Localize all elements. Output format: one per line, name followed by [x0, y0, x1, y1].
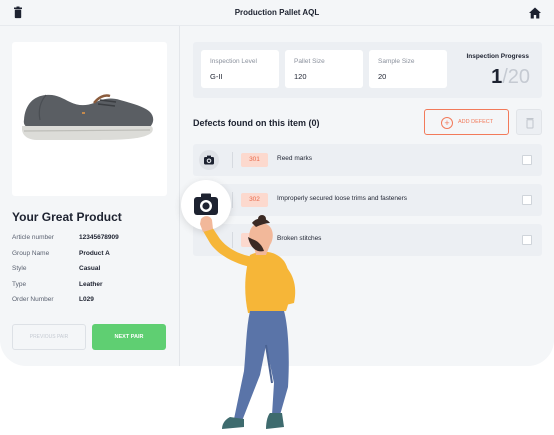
defect-row[interactable]: 302 Improperly secured loose trims and f… — [193, 184, 542, 216]
progress-done: 1 — [491, 66, 503, 88]
defect-checkbox[interactable] — [522, 235, 532, 245]
spec-list: Article number 12345678909 Group Name Pr… — [12, 234, 172, 312]
camera-icon — [204, 155, 214, 165]
inspection-level-field[interactable]: Inspection Level G-II — [201, 50, 279, 88]
spec-row: Type Leather — [12, 281, 172, 297]
product-title: Your Great Product — [12, 210, 122, 224]
trash-icon — [526, 118, 534, 129]
spec-row: Style Casual — [12, 265, 172, 281]
defect-row[interactable]: 301 Reed marks — [193, 144, 542, 176]
spec-value: Product A — [79, 249, 110, 257]
spec-value: Casual — [79, 265, 101, 272]
field-value: G-II — [210, 72, 223, 81]
pallet-size-field[interactable]: Pallet Size 120 — [285, 50, 363, 88]
progress-label: Inspection Progress — [466, 53, 530, 60]
next-pair-button[interactable]: NEXT PAIR — [92, 324, 166, 350]
spec-row: Order Number L029 — [12, 296, 172, 312]
spec-label: Group Name — [12, 249, 50, 257]
product-image — [12, 42, 167, 196]
spec-value: 12345678909 — [79, 234, 119, 241]
row-divider — [232, 192, 233, 208]
sample-size-field[interactable]: Sample Size 20 — [369, 50, 447, 88]
progress-total: 20 — [507, 66, 530, 88]
inspection-stats: Inspection Level G-II Pallet Size 120 Sa… — [193, 42, 542, 98]
person-illustration — [200, 215, 296, 429]
camera-button[interactable] — [199, 150, 219, 170]
defects-title: Defects found on this item (0) — [193, 118, 320, 128]
spec-row: Group Name Product A — [12, 250, 172, 266]
spec-row: Article number 12345678909 — [12, 234, 172, 250]
progress-counter: 1/20 — [491, 66, 530, 89]
plus-icon: + — [441, 117, 453, 129]
spec-label: Style — [12, 265, 27, 272]
defect-code: 302 — [241, 193, 268, 207]
spec-label: Article number — [12, 234, 54, 241]
row-divider — [232, 152, 233, 168]
spec-value: Leather — [79, 280, 103, 288]
page-title: Production Pallet AQL — [234, 8, 320, 17]
spec-label: Order Number — [12, 296, 54, 303]
field-value: 20 — [378, 72, 387, 81]
previous-pair-button[interactable]: PREVIOUS PAIR — [12, 324, 86, 350]
field-label: Sample Size — [378, 58, 415, 65]
spec-value: L029 — [79, 296, 94, 303]
defect-checkbox[interactable] — [522, 195, 532, 205]
delete-button[interactable] — [516, 109, 542, 135]
defect-label: Improperly secured loose trims and faste… — [277, 195, 408, 202]
top-bar: Production Pallet AQL — [0, 0, 554, 26]
field-value: 120 — [294, 72, 307, 81]
add-defect-button[interactable]: + ADD DEFECT — [424, 109, 509, 135]
field-label: Inspection Level — [210, 58, 257, 65]
defect-code: 301 — [241, 153, 268, 167]
add-defect-label: ADD DEFECT — [458, 119, 494, 125]
shoe-image — [22, 94, 154, 140]
product-panel: Your Great Product Article number 123456… — [0, 26, 180, 366]
field-label: Pallet Size — [294, 58, 325, 65]
defect-label: Reed marks — [277, 155, 313, 162]
spec-label: Type — [12, 280, 27, 288]
defect-checkbox[interactable] — [522, 155, 532, 165]
home-icon[interactable] — [528, 6, 542, 20]
